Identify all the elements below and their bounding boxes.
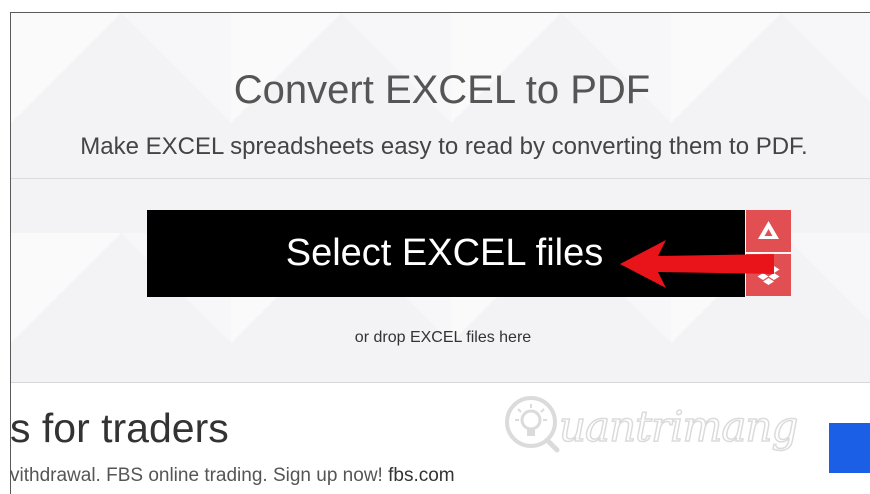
page-title: Convert EXCEL to PDF	[233, 68, 651, 112]
ad-body-text[interactable]: vithdrawal. FBS online trading. Sign up …	[10, 465, 455, 487]
ad-cta-button[interactable]	[829, 423, 870, 473]
ad-domain-link[interactable]: fbs.com	[388, 465, 455, 486]
section-divider	[11, 382, 870, 383]
window-top-edge	[10, 0, 870, 13]
ad-description: vithdrawal. FBS online trading. Sign up …	[10, 465, 383, 486]
watermark-text: uantrimang	[558, 401, 799, 452]
header-divider	[11, 178, 870, 179]
ad-headline[interactable]: s for traders	[10, 405, 229, 452]
page-subtitle: Make EXCEL spreadsheets easy to read by …	[80, 133, 808, 160]
drop-files-hint: or drop EXCEL files here	[354, 329, 532, 346]
lightbulb-icon	[505, 396, 560, 453]
arrow-left-icon	[620, 240, 774, 288]
watermark: uantrimang	[497, 384, 817, 464]
